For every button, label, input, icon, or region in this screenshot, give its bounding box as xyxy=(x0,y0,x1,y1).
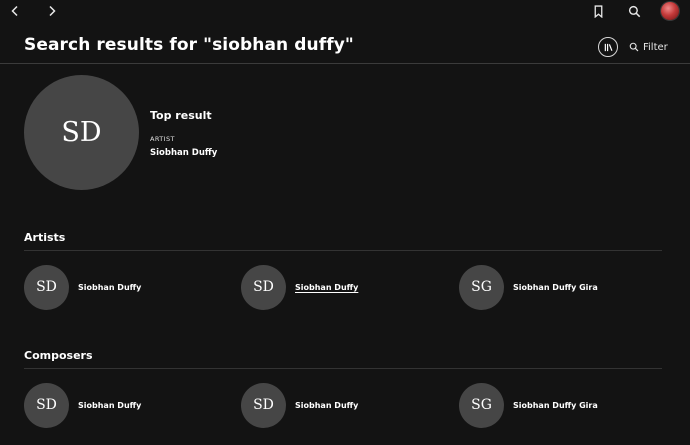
composer-initials: SD xyxy=(36,397,57,413)
artist-name[interactable]: Siobhan Duffy xyxy=(295,283,358,292)
top-result-heading: Top result xyxy=(150,109,212,122)
search-icon xyxy=(629,42,639,52)
artist-card[interactable]: SD Siobhan Duffy xyxy=(24,264,141,310)
back-button[interactable] xyxy=(5,1,25,21)
artist-artwork: SD xyxy=(24,264,69,310)
search-icon xyxy=(628,5,640,17)
header-divider xyxy=(0,63,690,64)
artist-artwork: SG xyxy=(459,264,504,310)
composer-card[interactable]: SD Siobhan Duffy xyxy=(24,382,141,428)
artist-name[interactable]: Siobhan Duffy Gira xyxy=(513,283,598,292)
bookmark-button[interactable] xyxy=(588,1,608,21)
composer-artwork: SG xyxy=(459,382,504,428)
top-result-name[interactable]: Siobhan Duffy xyxy=(150,148,217,158)
top-result-initials: SD xyxy=(61,117,102,148)
artists-divider xyxy=(24,250,662,251)
composer-card[interactable]: SD Siobhan Duffy xyxy=(241,382,358,428)
artist-initials: SD xyxy=(253,279,274,295)
top-result-type: ARTIST xyxy=(150,135,175,143)
composers-section-title: Composers xyxy=(24,349,93,362)
bookmark-icon xyxy=(594,4,602,18)
forward-button[interactable] xyxy=(42,1,62,21)
composers-divider xyxy=(24,368,662,369)
search-results-page: Search results for "siobhan duffy" Filte… xyxy=(0,0,690,445)
search-button[interactable] xyxy=(624,1,644,21)
composer-initials: SD xyxy=(253,397,274,413)
library-button[interactable] xyxy=(598,37,618,57)
artist-initials: SD xyxy=(36,279,57,295)
composer-artwork: SD xyxy=(24,382,69,428)
filter-label: Filter xyxy=(643,41,668,53)
composer-name[interactable]: Siobhan Duffy xyxy=(295,401,358,410)
composer-name[interactable]: Siobhan Duffy Gira xyxy=(513,401,598,410)
artist-name[interactable]: Siobhan Duffy xyxy=(78,283,141,292)
filter-button[interactable]: Filter xyxy=(629,39,668,55)
artist-initials: SG xyxy=(471,279,492,295)
page-title: Search results for "siobhan duffy" xyxy=(24,35,354,55)
top-bar xyxy=(0,0,690,22)
artists-section-title: Artists xyxy=(24,231,66,244)
artist-card[interactable]: SD Siobhan Duffy xyxy=(241,264,358,310)
top-result-artwork[interactable]: SD xyxy=(24,75,139,190)
composer-artwork: SD xyxy=(241,382,286,428)
chevron-right-icon xyxy=(49,5,56,17)
artist-artwork: SD xyxy=(241,264,286,310)
composer-card[interactable]: SG Siobhan Duffy Gira xyxy=(459,382,598,428)
chevron-left-icon xyxy=(11,5,18,17)
user-avatar[interactable] xyxy=(661,2,679,20)
artist-card[interactable]: SG Siobhan Duffy Gira xyxy=(459,264,598,310)
library-icon xyxy=(604,43,612,51)
composer-name[interactable]: Siobhan Duffy xyxy=(78,401,141,410)
composer-initials: SG xyxy=(471,397,492,413)
